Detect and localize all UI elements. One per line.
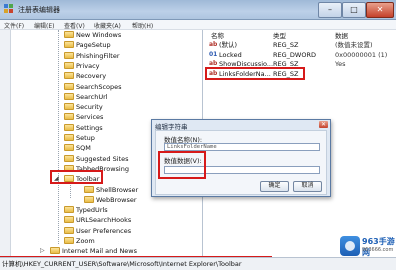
column-data-header[interactable]: 数据: [335, 30, 348, 40]
tree-item-label: PhishingFilter: [76, 51, 120, 60]
value-row[interactable]: 01 Locked REG_DWORD 0x00000001 (1): [203, 50, 396, 60]
tree-item-label: New Windows: [76, 31, 122, 39]
folder-icon: [64, 61, 74, 69]
highlight-linksfoldername: [205, 67, 305, 80]
menu-view[interactable]: 查看(V): [64, 21, 85, 30]
folder-icon: [64, 154, 74, 162]
folder-icon: [64, 92, 74, 100]
tree-item[interactable]: Zoom: [0, 236, 200, 246]
folder-icon: [64, 41, 74, 49]
column-type-header[interactable]: 类型: [273, 30, 286, 40]
binary-value-icon: 01: [209, 50, 218, 58]
value-data: 0x00000001 (1): [335, 50, 388, 59]
tree-item[interactable]: New Windows: [0, 30, 200, 40]
tree-item-label: User Preferences: [76, 226, 132, 235]
tree-item-label: ShellBrowser: [96, 185, 139, 194]
folder-icon: [64, 113, 74, 121]
menu-help[interactable]: 帮助(H): [132, 21, 153, 30]
folder-icon: [64, 72, 74, 80]
tree-item-label: TypedUrls: [76, 206, 108, 215]
tree-item-label: WebBrowser: [96, 195, 137, 204]
tree-item-label: SearchUrl: [76, 92, 108, 101]
menu-edit[interactable]: 编辑(E): [34, 21, 54, 30]
folder-icon: [64, 82, 74, 90]
watermark-logo-icon: [340, 236, 360, 256]
status-bar: 计算机\HKEY_CURRENT_USER\Software\Microsoft…: [0, 257, 396, 270]
value-name: (默认): [219, 41, 238, 49]
tree-item[interactable]: URLSearchHooks: [0, 215, 200, 225]
value-name: Locked: [219, 50, 242, 59]
tree-expander-icon[interactable]: ▷: [40, 247, 45, 255]
status-path: 计算机\HKEY_CURRENT_USER\Software\Microsoft…: [2, 260, 242, 268]
value-name-field[interactable]: LinksFolderName: [164, 143, 320, 151]
window-title: 注册表编辑器: [18, 6, 60, 14]
tree-item-label: SearchScopes: [76, 82, 122, 91]
value-data: (数值未设置): [335, 41, 373, 49]
maximize-button[interactable]: □: [342, 2, 366, 18]
folder-icon: [64, 134, 74, 141]
tree-item[interactable]: TypedUrls: [0, 205, 200, 215]
folder-icon: [64, 237, 74, 244]
minimize-button[interactable]: –: [318, 2, 342, 18]
tree-item-label: Suggested Sites: [76, 154, 129, 163]
tree-item[interactable]: Privacy: [0, 61, 200, 71]
tree-item-label: Privacy: [76, 61, 100, 70]
folder-icon: [64, 51, 74, 59]
ok-button[interactable]: 确定: [260, 181, 289, 192]
tree-item-label: URLSearchHooks: [76, 216, 132, 225]
column-name-header[interactable]: 名称: [211, 30, 224, 40]
tree-item[interactable]: User Preferences: [0, 226, 200, 236]
tree-item[interactable]: PageSetup: [0, 40, 200, 50]
value-type: REG_DWORD: [273, 50, 316, 59]
tree-item[interactable]: PhishingFilter: [0, 51, 200, 61]
tree-item-label: SQM: [76, 144, 91, 153]
folder-icon: [64, 216, 74, 224]
tree-item-label: Security: [76, 103, 103, 112]
tree-item[interactable]: SearchScopes: [0, 82, 200, 92]
cancel-button[interactable]: 取消: [293, 181, 322, 192]
folder-icon: [84, 185, 94, 193]
menu-file[interactable]: 文件(F): [4, 21, 24, 30]
highlight-toolbar: [50, 170, 103, 184]
watermark-url: 963666.com: [362, 247, 394, 253]
tree-item-label: Settings: [76, 123, 103, 132]
tree-item[interactable]: Recovery: [0, 71, 200, 81]
dialog-close-button[interactable]: ✕: [319, 121, 328, 128]
tree-item-label: Zoom: [76, 237, 95, 245]
tree-item-label: Recovery: [76, 72, 107, 81]
value-type: REG_SZ: [273, 41, 299, 49]
title-bar: 注册表编辑器 – □ ✕: [0, 0, 396, 20]
string-value-icon: ab: [209, 41, 218, 48]
tree-item-label: PageSetup: [76, 41, 111, 50]
tree-item-label: Services: [76, 113, 104, 122]
menu-bar: 文件(F) 编辑(E) 查看(V) 收藏夹(A) 帮助(H): [0, 20, 396, 30]
folder-icon: [64, 144, 74, 152]
tree-item[interactable]: ▷ Internet Mail and News: [0, 246, 200, 256]
close-button[interactable]: ✕: [366, 2, 394, 18]
folder-icon: [84, 195, 94, 203]
watermark: 963手游网 963666.com: [340, 235, 396, 257]
tree-item[interactable]: Security: [0, 102, 200, 112]
regedit-icon: [4, 4, 13, 13]
folder-icon: [64, 206, 74, 214]
folder-icon: [64, 103, 74, 111]
folder-icon: [64, 31, 74, 38]
tree-item-label: Setup: [76, 134, 95, 142]
value-row[interactable]: ab (默认) REG_SZ (数值未设置): [203, 40, 396, 50]
highlight-value-data: [158, 151, 206, 179]
tree-item-label: Internet Mail and News: [62, 247, 138, 256]
folder-icon: [64, 123, 74, 131]
folder-icon: [64, 226, 74, 234]
tree-item[interactable]: SearchUrl: [0, 92, 200, 102]
menu-favorites[interactable]: 收藏夹(A): [94, 21, 121, 30]
value-data: Yes: [335, 60, 346, 69]
folder-icon: [50, 247, 60, 255]
